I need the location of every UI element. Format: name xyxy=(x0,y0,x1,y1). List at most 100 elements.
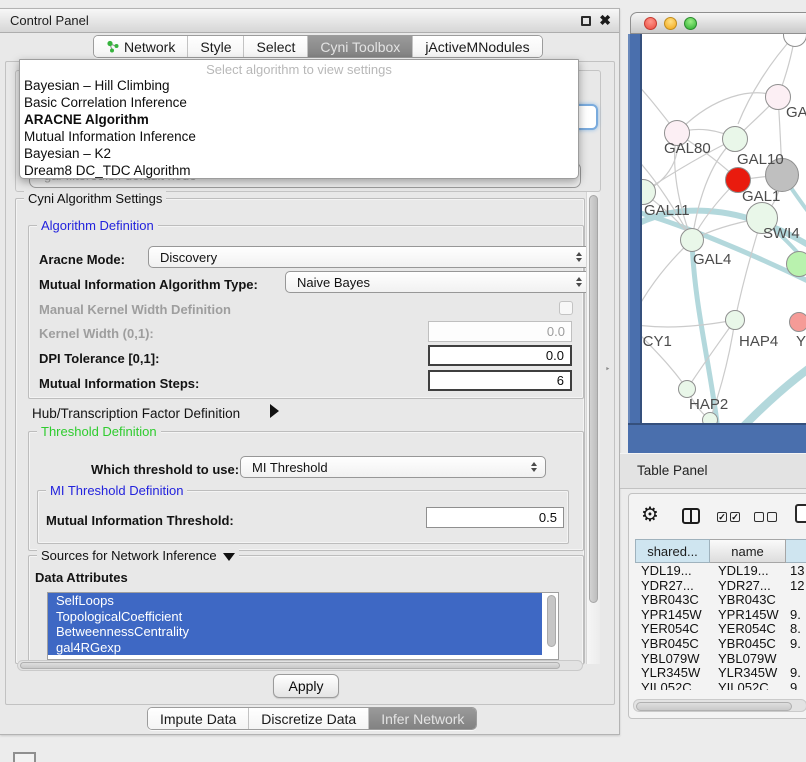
threshold-definition-group: Threshold Definition Which threshold to … xyxy=(28,431,584,551)
mi-type-value: Naive Bayes xyxy=(297,275,370,290)
algorithm-definition-group: Algorithm Definition Aracne Mode: Discov… xyxy=(28,225,584,399)
manual-kernel-checkbox[interactable] xyxy=(559,301,573,315)
column-header-shared-name[interactable]: shared... xyxy=(635,539,710,563)
columns-icon[interactable] xyxy=(682,508,700,524)
table-panel: ⚙ ✓ ✓ shared... name YDL19...YDL19...13Y… xyxy=(628,493,806,719)
table-row[interactable]: YBR043CYBR043C xyxy=(635,593,806,608)
network-window-frame xyxy=(628,423,806,453)
list-scrollbar[interactable] xyxy=(547,595,556,647)
network-node[interactable] xyxy=(725,310,745,330)
mi-steps-label: Mutual Information Steps: xyxy=(39,376,199,391)
attribute-list-item[interactable]: TopologicalCoefficient xyxy=(48,609,542,625)
dpi-tolerance-field[interactable]: 0.0 xyxy=(428,345,572,366)
tab-network[interactable]: Network xyxy=(94,36,188,57)
data-attributes-label: Data Attributes xyxy=(35,570,128,585)
algorithm-option[interactable]: Dream8 DC_TDC Algorithm xyxy=(20,162,578,179)
table-row[interactable]: YBL079WYBL079W xyxy=(635,652,806,667)
tab-cyni-toolbox[interactable]: Cyni Toolbox xyxy=(308,36,413,57)
which-threshold-combo[interactable]: MI Threshold xyxy=(240,456,546,478)
table-rows[interactable]: YDL19...YDL19...13YDR27...YDR27...12YBR0… xyxy=(635,564,806,690)
table-row[interactable]: YDL19...YDL19...13 xyxy=(635,564,806,579)
table-row[interactable]: YBR045CYBR045C9. xyxy=(635,637,806,652)
algorithm-option[interactable]: Bayesian – Hill Climbing xyxy=(20,77,578,94)
network-window-titlebar[interactable] xyxy=(630,12,806,34)
algorithm-option[interactable]: Mutual Information Inference xyxy=(20,128,578,145)
minimize-traffic-light-icon[interactable] xyxy=(664,17,677,30)
node-label: GAL1 xyxy=(742,188,780,205)
attribute-list-item[interactable]: SelfLoops xyxy=(48,593,542,609)
float-window-icon[interactable] xyxy=(581,16,591,26)
network-icon xyxy=(106,40,119,53)
node-label: GCY1 xyxy=(642,333,672,350)
bottom-tab-infer-network[interactable]: Infer Network xyxy=(369,708,476,729)
table-panel-titlebar: Table Panel xyxy=(620,453,806,489)
bottom-tabs: Impute DataDiscretize DataInfer Network xyxy=(147,707,477,730)
node-label: HAP2 xyxy=(689,396,728,413)
manual-kernel-label: Manual Kernel Width Definition xyxy=(39,302,231,317)
popup-placeholder: Select algorithm to view settings xyxy=(20,62,578,77)
column-header-partial[interactable] xyxy=(786,539,806,563)
tab-jactivemnodules[interactable]: jActiveMNodules xyxy=(413,36,541,57)
attribute-list-item[interactable]: gal4RGexp xyxy=(48,640,542,656)
sources-group: Sources for Network Inference Data Attri… xyxy=(28,555,584,665)
tab-style[interactable]: Style xyxy=(188,36,244,57)
network-node[interactable] xyxy=(786,251,806,277)
attribute-list-item[interactable]: BetweennessCentrality xyxy=(48,624,542,640)
close-traffic-light-icon[interactable] xyxy=(644,17,657,30)
unchecked-box-icon[interactable] xyxy=(767,512,777,522)
network-node[interactable] xyxy=(722,126,748,152)
table-hscrollbar[interactable] xyxy=(633,699,806,712)
settings-hscrollbar[interactable] xyxy=(17,660,583,671)
mi-type-label: Mutual Information Algorithm Type: xyxy=(39,277,258,292)
mi-threshold-field[interactable]: 0.5 xyxy=(426,507,564,528)
close-icon[interactable]: ✖ xyxy=(599,12,611,29)
network-node[interactable] xyxy=(789,312,806,332)
table-row[interactable]: YDR27...YDR27...12 xyxy=(635,579,806,594)
network-node[interactable] xyxy=(702,412,718,423)
kernel-width-label: Kernel Width (0,1): xyxy=(39,326,154,341)
column-header-name[interactable]: name xyxy=(710,539,786,563)
cyni-algorithm-settings-group: Cyni Algorithm Settings Algorithm Defini… xyxy=(15,198,585,664)
mi-threshold-group: MI Threshold Definition Mutual Informati… xyxy=(37,490,569,544)
bottom-tab-discretize-data[interactable]: Discretize Data xyxy=(249,708,369,729)
algorithm-option[interactable]: Bayesian – K2 xyxy=(20,145,578,162)
table-row[interactable]: YIL052CYIL052C9. xyxy=(635,681,806,690)
bottom-tab-impute-data[interactable]: Impute Data xyxy=(148,708,249,729)
collapse-arrow-icon[interactable] xyxy=(223,553,235,561)
dpi-tolerance-value: 0.0 xyxy=(546,348,564,363)
network-node[interactable] xyxy=(680,228,704,252)
table-row[interactable]: YLR345WYLR345W9. xyxy=(635,666,806,681)
zoom-traffic-light-icon[interactable] xyxy=(684,17,697,30)
control-panel-tabs: NetworkStyleSelectCyni ToolboxjActiveMNo… xyxy=(93,35,543,58)
kernel-width-field[interactable]: 0.0 xyxy=(428,321,572,342)
algorithm-option[interactable]: Basic Correlation Inference xyxy=(20,94,578,111)
unchecked-box-icon[interactable] xyxy=(754,512,764,522)
sources-title: Sources for Network Inference xyxy=(37,548,239,563)
node-label: Y xyxy=(796,333,806,350)
mi-steps-field[interactable]: 6 xyxy=(428,370,572,391)
algorithm-option[interactable]: ARACNE Algorithm xyxy=(20,111,578,128)
control-panel-window: Control Panel ✖ NetworkStyleSelectCyni T… xyxy=(0,8,620,735)
which-threshold-value: MI Threshold xyxy=(252,460,328,475)
table-row[interactable]: YER054CYER054C8. xyxy=(635,622,806,637)
combo-arrows-icon xyxy=(576,252,582,262)
mi-threshold-value: 0.5 xyxy=(539,510,557,525)
tab-select[interactable]: Select xyxy=(244,36,308,57)
control-panel-title: Control Panel xyxy=(10,13,89,28)
settings-vscrollbar[interactable] xyxy=(586,192,600,664)
checked-box-icon[interactable]: ✓ xyxy=(730,512,740,522)
pane-divider-arrow-icon[interactable]: ‣ xyxy=(605,364,610,375)
apply-button[interactable]: Apply xyxy=(273,674,339,698)
checked-box-icon[interactable]: ✓ xyxy=(717,512,727,522)
data-attributes-list[interactable]: SelfLoopsTopologicalCoefficientBetweenne… xyxy=(47,592,559,660)
gear-icon[interactable]: ⚙ xyxy=(641,502,659,527)
mi-type-combo[interactable]: Naive Bayes xyxy=(285,271,591,293)
table-row[interactable]: YPR145WYPR145W9. xyxy=(635,608,806,623)
algorithm-definition-title: Algorithm Definition xyxy=(37,218,158,233)
expand-arrow-icon[interactable] xyxy=(270,404,279,418)
collapsed-panel-icon[interactable] xyxy=(13,752,36,762)
network-canvas[interactable]: GALGAL80GAL10GAL1GAL11SWI4GAL4GCY1HAP4YH… xyxy=(642,34,806,423)
partial-toolbar-icon[interactable] xyxy=(795,504,806,523)
node-label: SWI4 xyxy=(763,225,800,242)
aracne-mode-combo[interactable]: Discovery xyxy=(148,246,591,268)
